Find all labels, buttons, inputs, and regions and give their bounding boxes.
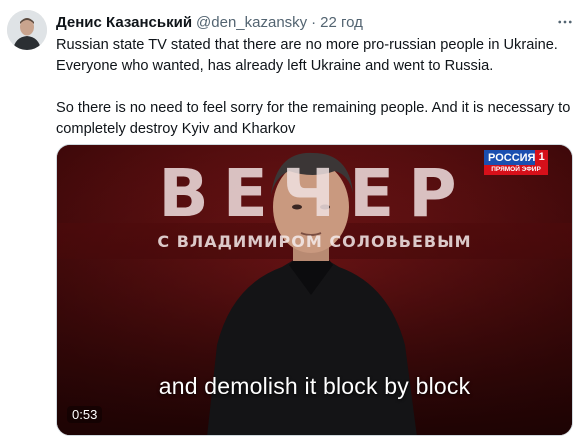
channel-logo-name: РОССИЯ [488, 151, 536, 164]
channel-logo: РОССИЯ 1 ПРЯМОЙ ЭФИР [484, 150, 548, 176]
show-subtitle: С ВЛАДИМИРОМ СОЛОВЬЕВЫМ [157, 232, 472, 251]
tweet-header: Денис Казанський @den_kazansky · 22 год [56, 12, 577, 32]
video-player[interactable]: ВЕЧЕР С ВЛАДИМИРОМ СОЛОВЬЕВЫМ РОССИЯ 1 П… [56, 144, 573, 436]
video-duration: 0:53 [67, 406, 103, 423]
avatar-image [7, 10, 47, 50]
tweet-paragraph-2: So there is no need to feel sorry for th… [56, 100, 571, 137]
separator-dot: · [311, 13, 317, 31]
author-name[interactable]: Денис Казанський [56, 14, 192, 31]
tweet-timestamp[interactable]: 22 год [320, 14, 363, 31]
author-avatar[interactable] [7, 10, 47, 50]
tweet-text: Russian state TV stated that there are n… [56, 35, 571, 140]
channel-logo-live: ПРЯМОЙ ЭФИР [484, 165, 548, 175]
author-handle[interactable]: @den_kazansky [196, 14, 307, 31]
channel-logo-number: 1 [535, 150, 548, 165]
more-horizontal-icon[interactable] [553, 12, 577, 32]
tweet-paragraph-1: Russian state TV stated that there are n… [56, 37, 558, 74]
video-subtitle: and demolish it block by block [158, 373, 471, 399]
